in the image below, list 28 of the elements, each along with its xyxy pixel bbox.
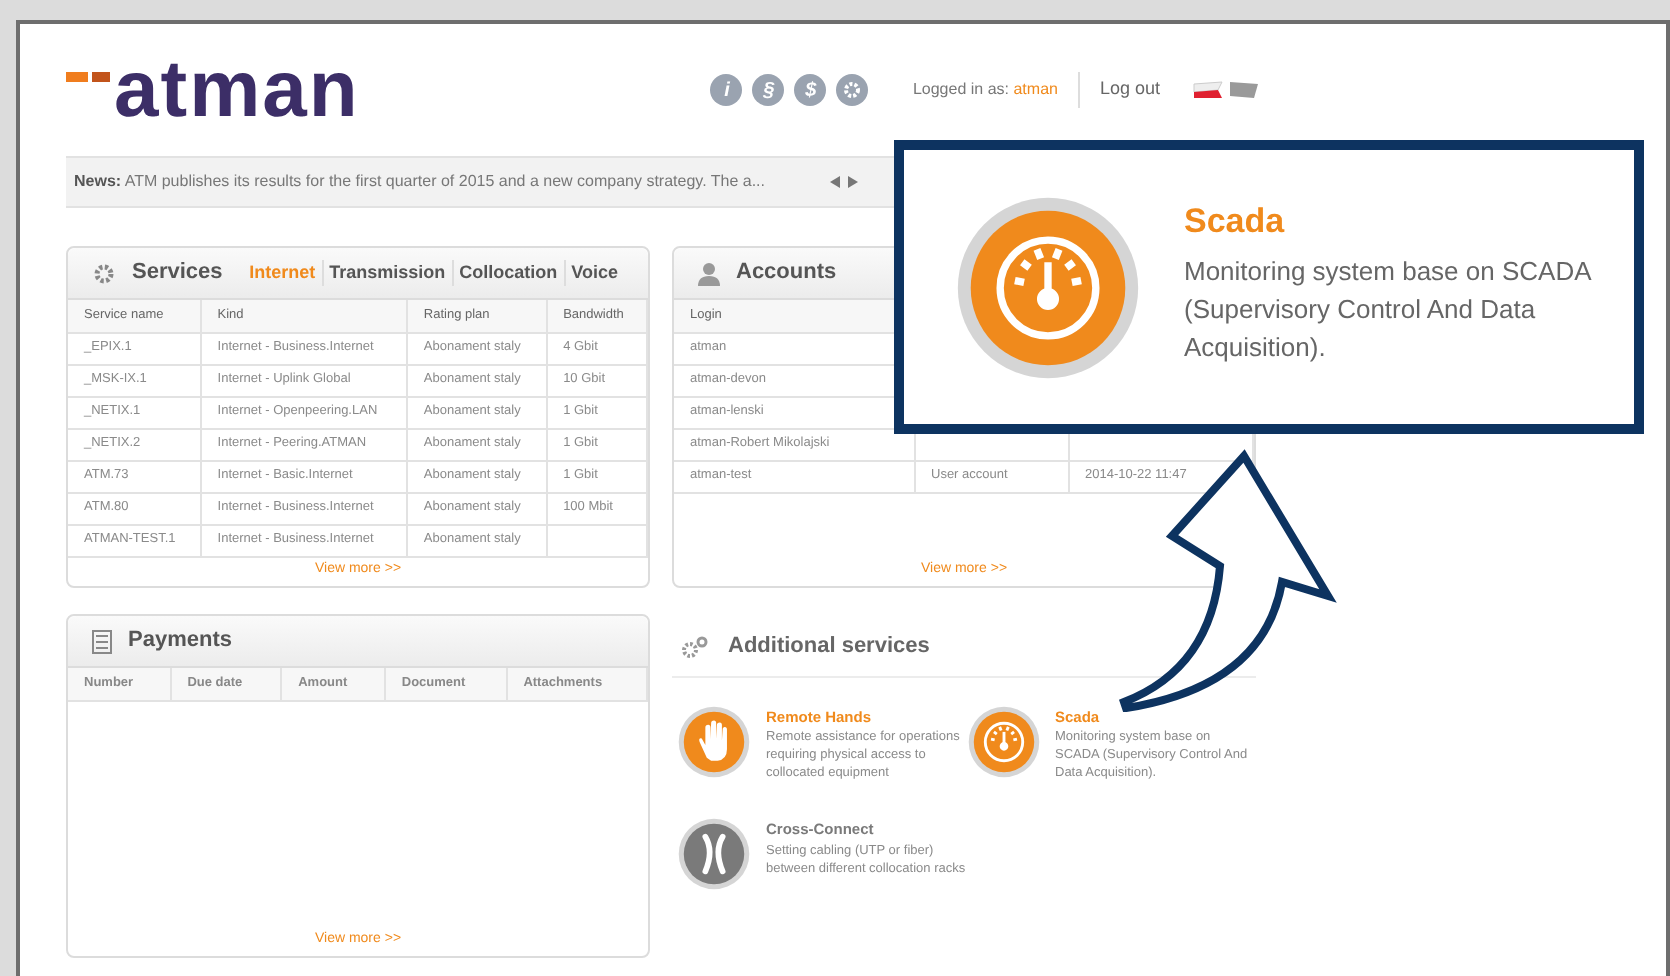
calculator-icon — [92, 629, 112, 653]
header-icon-button[interactable]: $ — [794, 74, 827, 106]
logo-dashes-icon — [66, 72, 110, 84]
news-text: News: ATM publishes its results for the first quarter of 2015 and a new company strategy. The a... — [74, 170, 765, 194]
logo: atman — [114, 50, 360, 130]
settings-icon[interactable] — [836, 74, 869, 106]
flag-icon[interactable] — [1228, 80, 1260, 100]
previous-icon[interactable] — [829, 176, 839, 188]
callout-description: Monitoring system base on SCADA (Supervisory Control And Data Acquisition). — [1184, 253, 1594, 366]
panel-title: Accounts — [736, 258, 837, 289]
service-tab[interactable]: Transmission — [321, 259, 452, 287]
section-title: Additional services — [728, 632, 930, 663]
header-icon-button[interactable]: i — [710, 74, 743, 106]
service-tab[interactable]: Voice — [563, 259, 624, 287]
logged-in-text: Logged in as: atman — [912, 78, 1058, 102]
panel-title: Services — [132, 258, 223, 289]
service-tab[interactable]: Collocation — [451, 259, 564, 287]
header-icon-button[interactable]: § — [752, 74, 785, 106]
user-icon — [698, 261, 720, 285]
logout-link[interactable]: Log out — [1099, 76, 1160, 104]
flag-icon[interactable] — [1192, 80, 1224, 100]
gauge-icon — [956, 195, 1140, 379]
gears-icon — [680, 635, 708, 659]
next-icon[interactable] — [847, 176, 857, 188]
panel-title: Payments — [128, 626, 232, 657]
callout-title: Scada — [1184, 200, 1287, 245]
service-tab[interactable]: Internet — [243, 259, 322, 287]
gear-icon — [92, 261, 116, 285]
